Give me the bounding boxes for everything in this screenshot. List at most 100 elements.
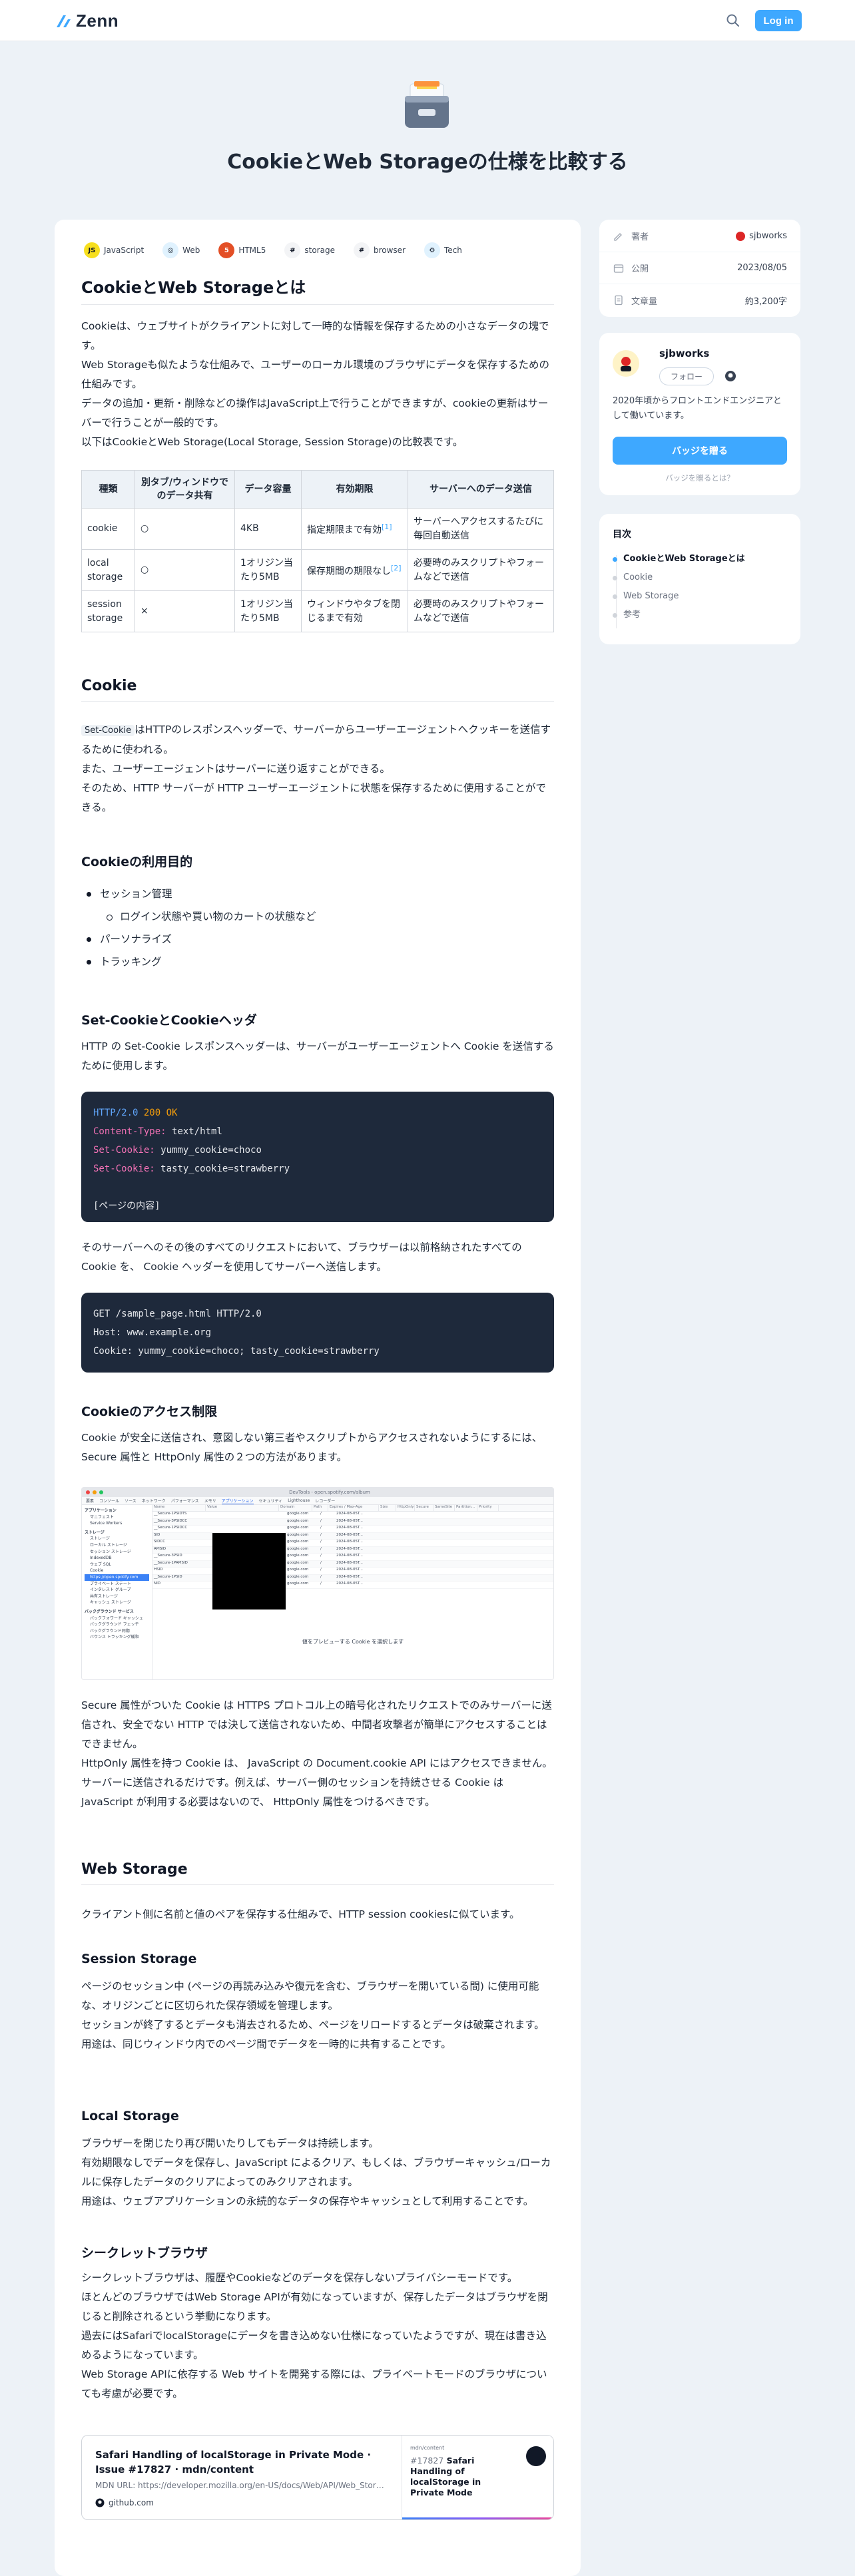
cookie-table-header: Name Value Domain Path Expires / Max-Age Size… bbox=[152, 1505, 553, 1512]
devtools-sidebar-item: バックフォワード キャッシュ bbox=[90, 1615, 143, 1621]
cookie-cell: SID bbox=[154, 1532, 160, 1537]
author-avatar[interactable] bbox=[613, 350, 639, 377]
page-title: CookieとWeb Storageの仕様を比較する bbox=[227, 150, 628, 174]
devtools-sidebar-item: https://open.spotify.com bbox=[85, 1574, 149, 1581]
devtools-tab: Lighthouse bbox=[288, 1498, 310, 1503]
cell-text: 保存期間の期限なし bbox=[307, 566, 391, 577]
zoom-dot-icon bbox=[99, 1490, 103, 1494]
cookie-cell: / bbox=[320, 1560, 322, 1565]
devtools-tab: セキュリティ bbox=[258, 1499, 283, 1504]
list-item: ログイン状態や買い物のカートの状態など bbox=[81, 905, 554, 928]
table-header: 有効期限 bbox=[301, 470, 408, 509]
table-cell: ○ bbox=[135, 508, 235, 550]
cookie-column-header: Size bbox=[379, 1505, 396, 1511]
code-token: text/html bbox=[172, 1126, 222, 1137]
author-card: sjbworks フォロー 2020年頃からフロントエンドエンジニアとして働いて… bbox=[599, 333, 800, 495]
devtools-tab: ネットワーク bbox=[141, 1499, 166, 1504]
cookie-cell: / bbox=[320, 1546, 322, 1551]
footnote-link[interactable]: [2] bbox=[391, 564, 402, 572]
tag-javascript[interactable]: JS JavaScript bbox=[81, 240, 151, 261]
toc-subitem[interactable]: Cookie bbox=[609, 568, 745, 587]
session-line: ページのセッション中 (ページの再読み込みや復元を含む、ブラウザーを開いている間… bbox=[81, 1980, 539, 2012]
table-cell: 4KB bbox=[234, 508, 302, 550]
table-cell: ウィンドウやタブを閉じるまで有効 bbox=[301, 590, 408, 632]
local-line: ブラウザーを閉じたり再び開いたりしてもデータは持続します。 bbox=[81, 2137, 379, 2149]
preview-caption: 値をプレビューする Cookie を選択します bbox=[302, 1639, 404, 1645]
intro-line: Cookieは、ウェブサイトがクライアントに対して一時的な情報を保存するための小… bbox=[81, 320, 549, 351]
devtools-sidebar-item: Cookie bbox=[90, 1568, 104, 1574]
tech-icon: ⚙ bbox=[424, 242, 440, 258]
cookie-cell: google.com bbox=[287, 1546, 309, 1551]
meta-value: 約3,200字 bbox=[744, 296, 787, 307]
cookie-cell bbox=[206, 1519, 286, 1526]
tag-html5[interactable]: 5 HTML5 bbox=[216, 240, 273, 261]
cookie-column-header: Domain bbox=[279, 1505, 312, 1511]
footnote-link[interactable]: [1] bbox=[382, 523, 392, 531]
cookie-column-header: Partition... bbox=[455, 1505, 477, 1511]
link-card-domain-text: github.com bbox=[109, 2498, 154, 2507]
meta-row: 著者 sjbworks bbox=[599, 220, 800, 252]
cookie-cell: google.com bbox=[287, 1560, 309, 1565]
intro-text: Cookieは、ウェブサイトがクライアントに対して一時的な情報を保存するための小… bbox=[81, 317, 554, 452]
cookie-row: __Secure-1PSIDTS google.com / 2024-08-05T..… bbox=[152, 1512, 553, 1519]
heading-private-browser: シークレットブラウザ bbox=[81, 2246, 208, 2260]
devtools-tab: 要素 bbox=[86, 1499, 95, 1504]
private-line: Web Storage APIに依存する Web サイトを開発する際には、プライ… bbox=[81, 2368, 547, 2400]
code-token: yummy_cookie=choco bbox=[160, 1145, 262, 1156]
cookie-cell: 2024-08-05T... bbox=[336, 1574, 363, 1579]
cookie-cell: 2024-08-05T... bbox=[336, 1582, 363, 1586]
meta-label: 文章量 bbox=[631, 296, 658, 307]
meta-row: 公開 2023/08/05 bbox=[599, 252, 800, 284]
toc-item[interactable]: CookieとWeb Storageとは bbox=[609, 550, 745, 568]
cookie-cell: __Secure-3PSIDCC bbox=[154, 1518, 188, 1523]
search-icon[interactable] bbox=[724, 12, 742, 29]
cookie-cell: 2024-08-05T... bbox=[336, 1568, 363, 1572]
cookie-cell: __Secure-1PSIDTS bbox=[154, 1512, 187, 1516]
tag-browser[interactable]: # browser bbox=[350, 240, 412, 261]
link-card-thumbnail: mdn/content #17827 Safari Handling of lo… bbox=[402, 2436, 553, 2519]
toc-item[interactable]: 参考 bbox=[609, 606, 745, 624]
cookie-cell: google.com bbox=[287, 1568, 309, 1572]
table-cell: サーバーへアクセスするたびに毎回自動送信 bbox=[408, 508, 554, 550]
login-button[interactable]: Log in bbox=[755, 10, 802, 31]
badge-help-link[interactable]: バッジを贈るとは？ bbox=[599, 473, 800, 483]
intro-line: データの追加・更新・削除などの操作はJavaScript上で行うことができますが… bbox=[81, 397, 549, 429]
cookie-cell: google.com bbox=[287, 1582, 309, 1586]
tag-tech[interactable]: ⚙ Tech bbox=[421, 240, 469, 261]
toc-title: 目次 bbox=[613, 529, 631, 540]
access-text: Cookie が安全に送信され、意図しない第三者やスクリプトからアクセスされない… bbox=[81, 1432, 543, 1463]
article-body: JS JavaScript ◎ Web 5 HTML5 # storage # browser ⚙ T… bbox=[55, 220, 581, 2576]
devtools-sidebar-item: バウンス トラッキング緩和 bbox=[90, 1635, 139, 1640]
devtools-sidebar-item: インタレスト グループ bbox=[90, 1588, 131, 1593]
zenn-logo-icon bbox=[57, 15, 71, 27]
private-line: シークレットブラウザは、履歴やCookieなどのデータを保存しないプライバシーモ… bbox=[81, 2272, 518, 2284]
meta-value[interactable]: sjbworks bbox=[749, 231, 787, 241]
toc-subitem[interactable]: Web Storage bbox=[609, 587, 745, 606]
follow-button[interactable]: フォロー bbox=[659, 367, 714, 385]
cookie-cell: 2024-08-05T... bbox=[336, 1518, 363, 1523]
table-header: 別タブ/ウィンドウでのデータ共有 bbox=[135, 470, 235, 509]
link-card[interactable]: Safari Handling of localStorage in Priva… bbox=[81, 2435, 554, 2520]
close-dot-icon bbox=[86, 1490, 90, 1494]
devtools-sidebar-item: キャッシュ ストレージ bbox=[90, 1600, 131, 1606]
meta-row: 文章量 約3,200字 bbox=[599, 284, 800, 316]
devtools-sidebar-item: ストレージ bbox=[90, 1536, 110, 1542]
heading-cookie-purpose: Cookieの利用目的 bbox=[81, 855, 193, 869]
github-icon[interactable] bbox=[724, 370, 736, 382]
meta-label: 著者 bbox=[631, 232, 649, 242]
send-badge-button[interactable]: バッジを贈る bbox=[613, 437, 787, 465]
tag-web[interactable]: ◎ Web bbox=[160, 240, 207, 261]
devtools-sidebar-item: ウェブ SQL bbox=[90, 1562, 111, 1567]
zenn-logo[interactable]: Zenn bbox=[55, 11, 119, 31]
code-line: Host: www.example.org bbox=[93, 1327, 212, 1338]
cookie-cell: __Secure-3PSID bbox=[154, 1554, 182, 1558]
tag-storage[interactable]: # storage bbox=[282, 240, 342, 261]
author-name[interactable]: sjbworks bbox=[659, 347, 709, 359]
meta-value: 2023/08/05 bbox=[737, 263, 787, 273]
cookie-cell: __Secure-1PAPISID bbox=[154, 1560, 188, 1565]
secure-text: Secure 属性がついた Cookie は HTTPS プロトコル上の暗号化さ… bbox=[81, 1696, 554, 1812]
secure-line: HttpOnly 属性を持つ Cookie は、 JavaScript の Do… bbox=[81, 1757, 553, 1808]
thumb-issue: #17827 bbox=[410, 2456, 444, 2466]
link-card-description: MDN URL: https://developer.mozilla.org/e… bbox=[95, 2481, 388, 2490]
devtools-sidebar-item: バックグラウンド サービス bbox=[85, 1609, 134, 1614]
